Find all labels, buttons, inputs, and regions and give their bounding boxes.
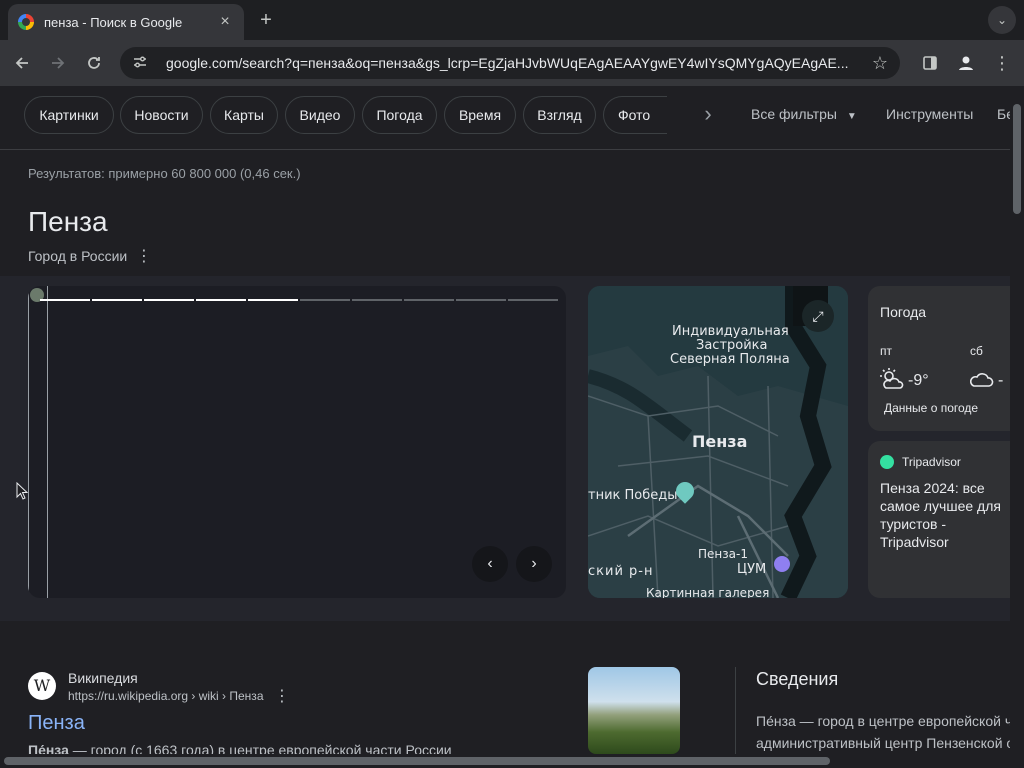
map-label-district-3: Северная Поляна — [670, 352, 790, 367]
snippet-bold: Пе́нза — [28, 742, 69, 754]
reload-icon[interactable] — [80, 49, 108, 77]
chip-weather[interactable]: Погода — [362, 96, 437, 134]
new-tab-button[interactable]: + — [254, 8, 278, 32]
map-preview[interactable]: Индивидуальная Застройка Северная Поляна… — [588, 286, 848, 598]
map-label-mall: ЦУМ — [737, 562, 767, 577]
slideshow-progress-segment — [508, 299, 558, 301]
tab-active[interactable]: пенза - Поиск в Google × — [8, 4, 244, 40]
more-filter-partial[interactable]: Бе — [997, 106, 1010, 122]
knowledge-panel-media: ‹ › Индивидуальная Застройка Северная По… — [0, 276, 1010, 621]
chip-maps[interactable]: Карты — [210, 96, 278, 134]
star-icon[interactable]: ☆ — [872, 53, 888, 74]
side-panel-icon[interactable] — [916, 49, 944, 77]
carousel-next-button[interactable]: › — [516, 546, 552, 582]
horizontal-scrollbar[interactable] — [0, 754, 1024, 768]
knowledge-panel-subtitle: Город в России — [28, 248, 128, 264]
tripadvisor-card[interactable]: Tripadvisor Пенза 2024: все самое лучшее… — [868, 441, 1010, 598]
caret-down-icon: ▼ — [846, 111, 857, 122]
profile-icon[interactable] — [952, 49, 980, 77]
chip-photo[interactable]: Фото — [603, 96, 667, 134]
browser-toolbar: google.com/search?q=пенза&oq=пенза&gs_lc… — [0, 40, 1024, 86]
slideshow-frame — [28, 286, 48, 598]
chip-news[interactable]: Новости — [120, 96, 203, 134]
vertical-scrollbar[interactable] — [1010, 86, 1024, 754]
vertical-scroll-thumb[interactable] — [1013, 104, 1021, 214]
slideshow-progress-segment — [300, 299, 350, 301]
map-label-district-1: Индивидуальная — [672, 324, 789, 339]
address-bar[interactable]: google.com/search?q=пенза&oq=пенза&gs_lc… — [120, 47, 900, 79]
knowledge-panel-title: Пенза — [28, 206, 108, 237]
map-label-station: Пенза-1 — [698, 547, 748, 561]
slideshow-progress-segment — [456, 299, 506, 301]
chip-images[interactable]: Картинки — [24, 96, 114, 134]
map-label-monument: тник Победы — [588, 488, 678, 503]
result-title-link[interactable]: Пенза — [28, 712, 85, 735]
tab-strip: пенза - Поиск в Google × + ⌄ — [0, 0, 1024, 40]
forward-arrow-icon[interactable] — [44, 49, 72, 77]
slideshow-progress-segment — [92, 299, 142, 301]
tools-button[interactable]: Инструменты — [886, 106, 973, 122]
slideshow-progress-segment — [196, 299, 246, 301]
search-results-page: Картинки Новости Карты Видео Погода Врем… — [0, 86, 1010, 754]
chip-vzglyad[interactable]: Взгляд — [523, 96, 596, 134]
carousel-prev-button[interactable]: ‹ — [472, 546, 508, 582]
expand-map-icon[interactable]: ⤢ — [802, 300, 834, 332]
back-arrow-icon[interactable] — [8, 49, 36, 77]
snippet-text: — город (с 1663 года) в центре европейск… — [68, 742, 452, 754]
weather-title: Погода — [880, 304, 927, 320]
weather-day-1: пт — [880, 344, 892, 358]
tab-search-button[interactable]: ⌄ — [988, 6, 1016, 34]
all-filters-button[interactable]: Все фильтры ▼ — [751, 106, 857, 122]
shopping-pin-icon — [774, 556, 790, 572]
mouse-cursor-icon — [16, 482, 28, 500]
info-text: Пе́нза — город в центре европейской ч ад… — [756, 710, 1010, 754]
result-options-icon[interactable]: ⋮ — [274, 686, 290, 706]
map-label-rayon: ский р-н — [588, 564, 654, 579]
slideshow-progress-segment — [144, 299, 194, 301]
chip-time[interactable]: Время — [444, 96, 516, 134]
weather-temp-1: -9° — [908, 372, 929, 389]
slideshow-progress-segment — [40, 299, 90, 301]
tripadvisor-logo-icon — [880, 455, 894, 469]
info-divider — [735, 667, 736, 754]
kebab-menu-icon[interactable]: ⋮ — [988, 49, 1016, 77]
result-site-name[interactable]: Википедия — [68, 670, 138, 686]
google-favicon-icon — [18, 14, 34, 30]
slideshow-progress-segment — [352, 299, 402, 301]
tab-title: пенза - Поиск в Google — [44, 14, 183, 30]
partly-cloudy-icon — [880, 368, 904, 389]
chip-video[interactable]: Видео — [285, 96, 355, 134]
search-filter-chips: Картинки Новости Карты Видео Погода Врем… — [0, 86, 1010, 150]
tune-icon[interactable] — [132, 54, 152, 73]
chevron-right-icon[interactable]: › — [696, 102, 720, 126]
all-filters-label: Все фильтры — [751, 106, 837, 122]
image-slideshow[interactable]: ‹ › — [28, 286, 566, 598]
info-title: Сведения — [756, 669, 839, 689]
tripadvisor-source: Tripadvisor — [902, 455, 961, 469]
tab-close-icon[interactable]: × — [216, 13, 234, 31]
result-url[interactable]: https://ru.wikipedia.org › wiki › Пенза — [68, 689, 264, 703]
map-label-gallery: Картинная галерея — [646, 586, 770, 598]
tripadvisor-text: Пенза 2024: все самое лучшее для туристо… — [880, 480, 1001, 550]
map-label-district-2: Застройка — [696, 338, 768, 353]
info-line-2: административный центр Пензенской о — [756, 735, 1010, 751]
map-label-city: Пенза — [692, 432, 748, 451]
result-stats: Результатов: примерно 60 800 000 (0,46 с… — [28, 166, 301, 181]
cloud-icon — [970, 373, 994, 387]
result-snippet: Пе́нза — город (с 1663 года) в центре ев… — [28, 742, 568, 754]
slideshow-progress-segment — [404, 299, 454, 301]
url-text: google.com/search?q=пенза&oq=пенза&gs_lc… — [166, 55, 849, 71]
horizontal-scroll-thumb[interactable] — [4, 757, 830, 765]
weather-temp-2: - — [998, 372, 1004, 389]
weather-card[interactable]: Погода пт сб -9° - Данные о погоде — [868, 286, 1010, 431]
weather-data-link[interactable]: Данные о погоде — [884, 401, 978, 415]
wikipedia-favicon-icon: W — [28, 672, 56, 700]
info-line-1: Пе́нза — город в центре европейской ч — [756, 713, 1010, 729]
slideshow-progress-segment — [248, 299, 298, 301]
result-thumbnail[interactable] — [588, 667, 680, 754]
weather-day-2: сб — [970, 344, 983, 358]
more-options-icon[interactable]: ⋮ — [136, 246, 152, 266]
